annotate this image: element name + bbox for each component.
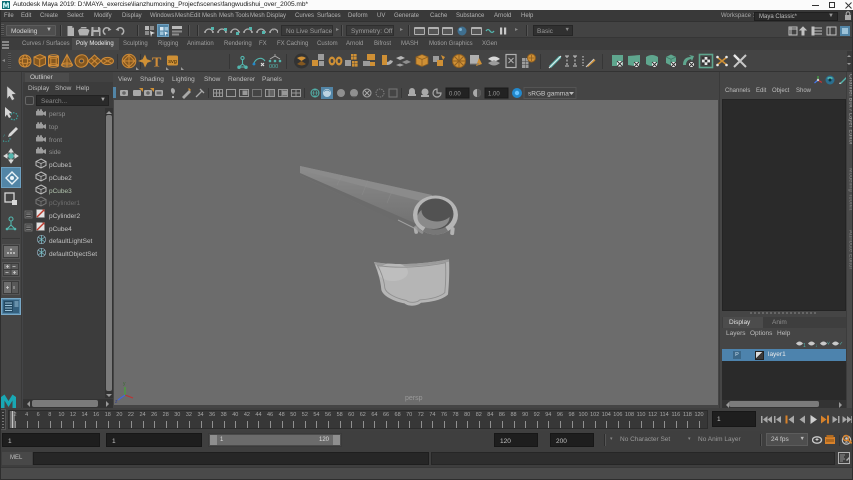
svg-text:pCube3: pCube3: [49, 188, 72, 195]
svg-text:✓: ✓: [839, 341, 843, 347]
svg-text:y: y: [123, 381, 126, 387]
svg-text:defaultLightSet: defaultLightSet: [49, 238, 93, 245]
svg-text:persp: persp: [49, 111, 66, 118]
svg-text:pCube4: pCube4: [49, 226, 72, 233]
svg-text:pCylinder2: pCylinder2: [49, 213, 80, 220]
svg-text:side: side: [49, 149, 61, 156]
svg-text:↓: ↓: [815, 343, 818, 348]
svg-text:defaultObjectSet: defaultObjectSet: [49, 251, 97, 258]
svg-text:pCylinder1: pCylinder1: [49, 200, 80, 207]
svg-text:1.00: 1.00: [488, 92, 500, 98]
svg-text:˅: ˅: [827, 341, 830, 347]
svg-text:front: front: [49, 137, 62, 144]
svg-text:sRGB gamma: sRGB gamma: [528, 91, 569, 98]
svg-text:z: z: [115, 399, 118, 405]
svg-text:top: top: [49, 124, 58, 131]
svg-text:1: 1: [803, 343, 806, 348]
svg-text:svg: svg: [168, 59, 177, 65]
svg-text:pCube2: pCube2: [49, 175, 72, 182]
svg-text:persp: persp: [405, 395, 423, 402]
svg-text:000: 000: [269, 64, 278, 70]
svg-text:T: T: [152, 56, 162, 71]
svg-text:0.00: 0.00: [449, 92, 461, 98]
svg-text:pCube1: pCube1: [49, 162, 72, 169]
